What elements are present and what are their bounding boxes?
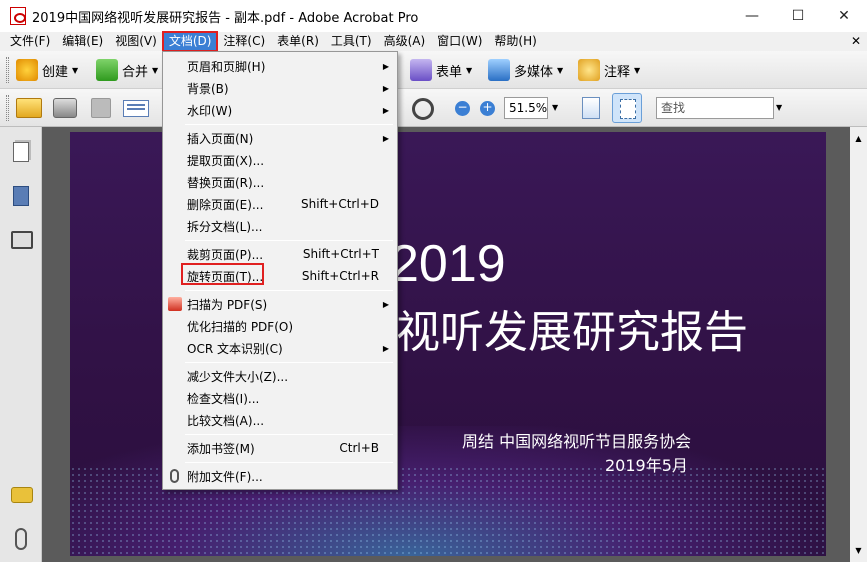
forms-button[interactable]: 表单 ▼	[410, 58, 472, 82]
menu-advanced[interactable]: 高级(A)	[378, 32, 432, 51]
signatures-panel-icon[interactable]	[11, 231, 33, 249]
menu-window[interactable]: 窗口(W)	[431, 32, 488, 51]
comment-button[interactable]: 注释 ▼	[578, 58, 640, 82]
menu-item-optimize-scanned[interactable]: 优化扫描的 PDF(O)	[163, 315, 397, 337]
paperclip-icon	[170, 469, 179, 483]
menu-edit[interactable]: 编辑(E)	[56, 32, 109, 51]
title-bar: 2019中国网络视听发展研究报告 - 副本.pdf - Adobe Acroba…	[0, 0, 867, 32]
email-icon[interactable]	[123, 100, 149, 117]
highlight-rotate-pages	[181, 263, 264, 285]
combine-icon	[96, 59, 118, 81]
chevron-down-icon: ▼	[634, 65, 641, 75]
scanner-icon	[168, 297, 182, 311]
page-year: 2019	[390, 235, 506, 293]
comment-label: 注释	[604, 64, 631, 80]
menu-tools[interactable]: 工具(T)	[325, 32, 378, 51]
menu-item-examine-document[interactable]: 检查文档(I)...	[163, 387, 397, 409]
submenu-arrow-icon: ▶	[382, 343, 389, 353]
open-folder-icon[interactable]	[16, 98, 42, 118]
menu-separator	[185, 124, 393, 125]
create-label: 创建	[42, 64, 69, 80]
page-author: 周结 中国网络视听节目服务协会	[462, 432, 692, 451]
menu-forms[interactable]: 表单(R)	[271, 32, 325, 51]
menu-bar: 文件(F) 编辑(E) 视图(V) 文档(D) 注释(C) 表单(R) 工具(T…	[0, 31, 867, 52]
page-date: 2019年5月	[605, 456, 688, 475]
maximize-button[interactable]: ☐	[775, 0, 821, 32]
create-button[interactable]: 创建 ▼	[16, 58, 78, 82]
task-toolbar: 创建 ▼ 合并 ▼ 表单 ▼ 多媒体 ▼ 注释 ▼	[0, 51, 867, 89]
pdf-app-icon	[10, 7, 26, 25]
multimedia-icon	[488, 59, 510, 81]
menu-separator	[185, 362, 393, 363]
scroll-down-icon[interactable]: ▼	[850, 546, 867, 560]
submenu-arrow-icon: ▶	[382, 83, 389, 93]
window-title: 2019中国网络视听发展研究报告 - 副本.pdf - Adobe Acroba…	[32, 10, 419, 26]
multimedia-button[interactable]: 多媒体 ▼	[488, 58, 563, 82]
combine-button[interactable]: 合并 ▼	[96, 58, 158, 82]
comments-panel-icon[interactable]	[11, 487, 33, 503]
zoom-out-icon[interactable]: −	[455, 101, 470, 116]
print-icon[interactable]	[53, 98, 77, 118]
zoom-tool-icon[interactable]	[412, 98, 434, 120]
menu-item-add-bookmark[interactable]: 添加书签(M) Ctrl+B	[163, 437, 397, 459]
menu-separator	[185, 462, 393, 463]
menu-item-split-document[interactable]: 拆分文档(L)...	[163, 215, 397, 237]
menu-item-extract-pages[interactable]: 提取页面(X)...	[163, 149, 397, 171]
page-title: 视听发展研究报告	[396, 307, 748, 358]
save-icon[interactable]	[91, 98, 111, 118]
multimedia-label: 多媒体	[514, 64, 554, 80]
minimize-button[interactable]: —	[729, 0, 775, 32]
menu-separator	[185, 240, 393, 241]
scroll-up-icon[interactable]: ▲	[850, 134, 867, 148]
search-input[interactable]: 查找	[656, 97, 774, 119]
chevron-down-icon: ▼	[152, 65, 159, 75]
search-dropdown-icon[interactable]: ▼	[776, 103, 782, 112]
menu-item-delete-pages[interactable]: 删除页面(E)... Shift+Ctrl+D	[163, 193, 397, 215]
menu-item-scan-to-pdf[interactable]: 扫描为 PDF(S) ▶	[163, 293, 397, 315]
chevron-down-icon: ▼	[72, 65, 79, 75]
toolbar-grip[interactable]	[6, 95, 9, 121]
window-controls: — ☐ ✕	[729, 0, 867, 32]
menu-item-reduce-size[interactable]: 减少文件大小(Z)...	[163, 365, 397, 387]
menu-separator	[185, 290, 393, 291]
menu-item-insert-pages[interactable]: 插入页面(N) ▶	[163, 127, 397, 149]
chevron-down-icon: ▼	[557, 65, 564, 75]
create-icon	[16, 59, 38, 81]
forms-label: 表单	[436, 64, 463, 80]
menu-item-compare-documents[interactable]: 比较文档(A)...	[163, 409, 397, 431]
vertical-scrollbar[interactable]	[850, 127, 867, 562]
close-button[interactable]: ✕	[821, 0, 867, 32]
document-close-icon[interactable]: ✕	[851, 34, 861, 48]
menu-item-background[interactable]: 背景(B) ▶	[163, 77, 397, 99]
zoom-dropdown-icon[interactable]: ▼	[552, 103, 558, 112]
attachments-panel-icon[interactable]	[15, 528, 27, 550]
submenu-arrow-icon: ▶	[382, 133, 389, 143]
comment-icon	[578, 59, 600, 81]
fit-page-icon[interactable]	[612, 93, 642, 123]
toolbar-grip[interactable]	[6, 57, 9, 83]
fit-width-icon[interactable]	[582, 97, 600, 119]
zoom-input[interactable]: 51.5%	[504, 97, 548, 119]
zoom-in-icon[interactable]: +	[480, 101, 495, 116]
menu-separator	[185, 434, 393, 435]
menu-comments[interactable]: 注释(C)	[217, 32, 271, 51]
menu-item-replace-pages[interactable]: 替换页面(R)...	[163, 171, 397, 193]
bookmarks-panel-icon[interactable]	[13, 186, 29, 206]
submenu-arrow-icon: ▶	[382, 299, 389, 309]
submenu-arrow-icon: ▶	[382, 105, 389, 115]
chevron-down-icon: ▼	[466, 65, 473, 75]
menu-file[interactable]: 文件(F)	[4, 32, 56, 51]
menu-item-crop-pages[interactable]: 裁剪页面(P)... Shift+Ctrl+T	[163, 243, 397, 265]
submenu-arrow-icon: ▶	[382, 61, 389, 71]
menu-item-header-footer[interactable]: 页眉和页脚(H) ▶	[163, 55, 397, 77]
menu-item-ocr[interactable]: OCR 文本识别(C) ▶	[163, 337, 397, 359]
forms-icon	[410, 59, 432, 81]
combine-label: 合并	[122, 64, 149, 80]
menu-help[interactable]: 帮助(H)	[488, 32, 542, 51]
menu-view[interactable]: 视图(V)	[109, 32, 163, 51]
menu-document[interactable]: 文档(D)	[161, 31, 219, 52]
pages-panel-icon[interactable]	[13, 142, 29, 162]
menu-item-attach-file[interactable]: 附加文件(F)...	[163, 465, 397, 487]
menu-item-watermark[interactable]: 水印(W) ▶	[163, 99, 397, 121]
